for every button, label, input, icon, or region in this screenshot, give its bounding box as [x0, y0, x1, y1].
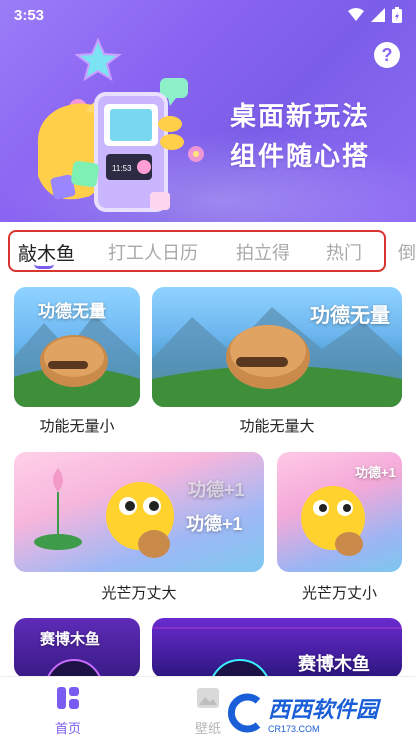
hero-title-line1: 桌面新玩法: [230, 101, 371, 131]
nav-home-label: 首页: [54, 721, 81, 736]
chat-bubble-icon: [160, 78, 188, 98]
hero-banner[interactable]: 3:53 ? 11:53 桌面新玩法 组件随心搭: [0, 0, 416, 222]
status-bar: 3:53: [0, 0, 416, 30]
watermark-brand: 西西软件园: [268, 697, 379, 722]
tab-worker-calendar[interactable]: 打工人日历: [108, 239, 198, 265]
signal-icon: [371, 8, 385, 22]
image-icon: [197, 688, 219, 708]
card-label: 功能无量小: [39, 418, 115, 435]
card-overlay-text: 赛博木鱼: [40, 631, 101, 648]
widget-card-radiance-small[interactable]: 功德+1: [277, 452, 402, 572]
card-overlay-text: 功德无量: [38, 302, 106, 321]
battery-icon: [392, 7, 402, 23]
hero-title: 桌面新玩法 组件随心搭: [230, 96, 370, 176]
tab-knock-fish[interactable]: 敲木鱼: [18, 239, 75, 266]
widget-card-merit-large[interactable]: 功德无量: [152, 287, 402, 407]
widget-card-radiance-large[interactable]: 功德+1 功德+1: [14, 452, 264, 572]
help-icon: ?: [381, 44, 393, 65]
watermark-logo: 西西软件园 CR173.COM: [224, 686, 416, 740]
status-time: 3:53: [14, 6, 45, 24]
widget-card-cyber-small[interactable]: 赛博木鱼: [14, 618, 140, 678]
status-icons: [348, 7, 402, 23]
hero-title-line2: 组件随心搭: [230, 141, 371, 171]
hero-illustration: 11:53: [37, 37, 204, 212]
watermark-c-icon: [227, 693, 261, 733]
tab-countdown[interactable]: 倒: [398, 239, 416, 265]
card-label: 光芒万丈大: [101, 585, 177, 602]
card-label: 光芒万丈小: [301, 585, 377, 602]
help-button[interactable]: ?: [374, 42, 400, 68]
card-overlay-text: 功德+1: [186, 514, 243, 534]
home-grid-icon: [57, 687, 79, 709]
nav-home[interactable]: 首页: [38, 685, 98, 737]
widget-card-cyber-large[interactable]: 赛博木鱼: [152, 618, 402, 678]
category-tabs: 敲木鱼 打工人日历 拍立得 热门 倒: [0, 222, 416, 278]
tab-popular[interactable]: 热门: [326, 239, 362, 265]
card-overlay-text: 赛博木鱼: [298, 654, 370, 674]
star-icon: [74, 37, 122, 82]
watermark-domain: CR173.COM: [268, 724, 320, 734]
card-overlay-text: 功德+1: [355, 465, 396, 480]
tab-polaroid[interactable]: 拍立得: [236, 239, 290, 265]
widget-time: 11:53: [112, 164, 132, 173]
card-label: 功能无量大: [239, 418, 315, 435]
wifi-icon: [348, 8, 364, 21]
card-overlay-text-faded: 功德+1: [188, 480, 245, 500]
widget-card-merit-small[interactable]: 功德无量: [14, 287, 140, 407]
card-overlay-text: 功德无量: [310, 305, 390, 327]
active-tab-indicator: [34, 264, 54, 269]
